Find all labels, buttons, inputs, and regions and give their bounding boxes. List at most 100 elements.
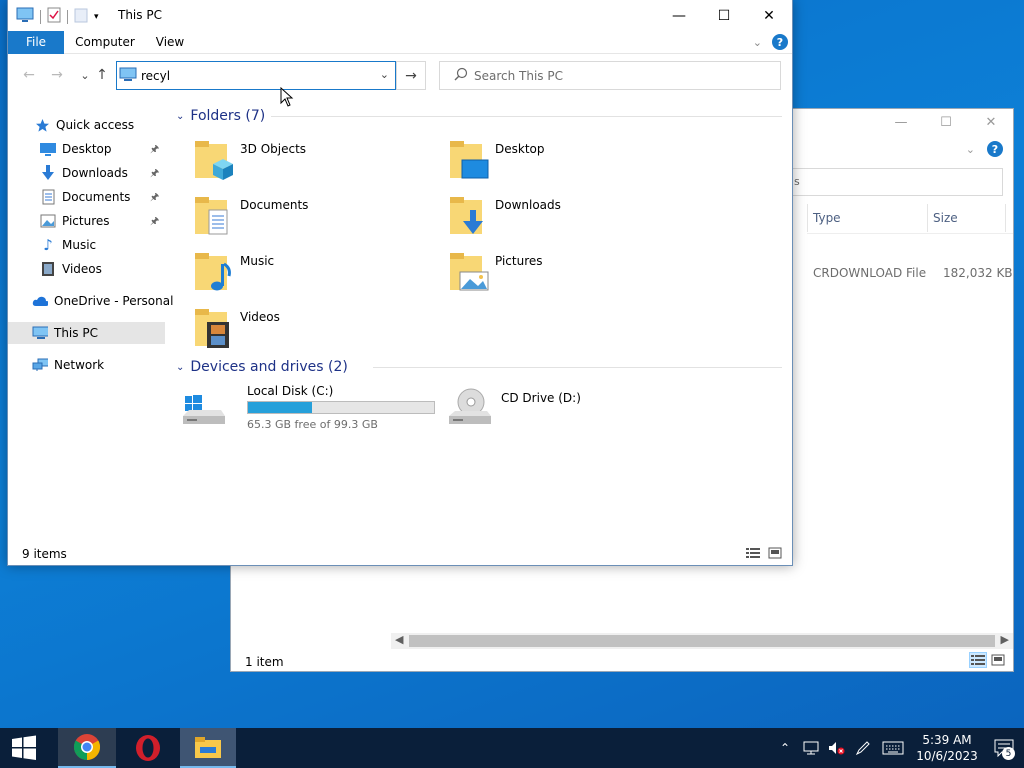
- bg-search-text: s: [794, 175, 800, 188]
- pin-icon[interactable]: 🖈: [150, 142, 159, 159]
- network-status-icon[interactable]: [798, 728, 824, 768]
- sidebar-item-this-pc[interactable]: This PC: [8, 322, 165, 344]
- maximize-button[interactable]: ☐: [701, 0, 747, 31]
- sidebar-item-quick-access[interactable]: Quick access: [8, 114, 165, 136]
- quick-access-toolbar: ▾: [16, 7, 99, 26]
- folder-downloads[interactable]: Downloads: [428, 194, 668, 244]
- drive-local-disk-c[interactable]: Local Disk (C:) 65.3 GB free of 99.3 GB: [181, 384, 441, 434]
- forward-arrow-icon[interactable]: →: [46, 65, 68, 85]
- search-box[interactable]: [439, 61, 781, 90]
- disk-usage-bar: [247, 401, 435, 414]
- details-view-icon[interactable]: [744, 545, 762, 561]
- folders-group-header[interactable]: ⌄ Folders (7): [173, 105, 265, 127]
- search-icon: [454, 67, 468, 84]
- bg-column-type[interactable]: Type: [813, 204, 841, 232]
- scroll-left-icon[interactable]: ◀: [395, 633, 403, 646]
- bg-column-size[interactable]: Size: [933, 204, 958, 232]
- drive-cd-d[interactable]: CD Drive (D:): [435, 384, 635, 434]
- folder-documents[interactable]: Documents: [173, 194, 413, 244]
- sidebar-item-label: This PC: [54, 326, 98, 340]
- folder-name: Pictures: [495, 254, 543, 268]
- folder-music[interactable]: Music: [173, 250, 413, 300]
- scroll-right-icon[interactable]: ▶: [1001, 633, 1009, 646]
- expand-ribbon-chevron-icon[interactable]: ⌄: [753, 36, 762, 49]
- sidebar-item-desktop[interactable]: Desktop 🖈: [8, 138, 165, 160]
- address-input[interactable]: [141, 65, 361, 86]
- bg-chevron-down-icon[interactable]: ⌄: [966, 143, 975, 156]
- sidebar-item-onedrive[interactable]: OneDrive - Personal: [8, 290, 173, 312]
- help-icon[interactable]: ?: [772, 34, 788, 50]
- volume-muted-icon[interactable]: [824, 728, 850, 768]
- sidebar-item-downloads[interactable]: Downloads 🖈: [8, 162, 165, 184]
- computer-icon[interactable]: [16, 7, 34, 26]
- status-item-count: 9 items: [22, 547, 67, 561]
- go-arrow-button[interactable]: →: [396, 61, 426, 90]
- back-arrow-icon[interactable]: ←: [18, 65, 40, 85]
- sidebar-item-label: Quick access: [56, 118, 135, 132]
- bg-search-input[interactable]: s: [791, 168, 1003, 196]
- folder-desktop[interactable]: Desktop: [428, 138, 668, 188]
- titlebar[interactable]: ▾ This PC — ☐ ✕: [8, 0, 792, 31]
- new-folder-icon[interactable]: [74, 7, 88, 26]
- folder-pictures[interactable]: Pictures: [428, 250, 668, 300]
- folder-3d-objects[interactable]: 3D Objects: [173, 138, 413, 188]
- pen-ink-icon[interactable]: [850, 728, 876, 768]
- address-bar[interactable]: ⌄: [116, 61, 396, 90]
- bg-row-size: 182,032 KB: [943, 266, 1013, 280]
- tab-view[interactable]: View: [148, 31, 192, 54]
- windows-drive-icon: [183, 395, 225, 424]
- address-dropdown-chevron-icon[interactable]: ⌄: [380, 68, 389, 81]
- pin-icon[interactable]: 🖈: [150, 214, 159, 231]
- tab-file[interactable]: File: [8, 31, 64, 54]
- large-icons-view-icon[interactable]: [766, 545, 784, 561]
- cube-folder-icon: [195, 141, 233, 180]
- bg-details-view-icon[interactable]: [969, 652, 987, 668]
- folder-videos[interactable]: Videos: [173, 306, 413, 356]
- bg-close-button[interactable]: ✕: [981, 115, 1001, 133]
- film-icon: [40, 261, 56, 277]
- sidebar-item-pictures[interactable]: Pictures 🖈: [8, 210, 165, 232]
- bg-large-icons-view-icon[interactable]: [989, 652, 1007, 668]
- clock[interactable]: 5:39 AM 10/6/2023: [910, 732, 984, 764]
- action-center-button[interactable]: 5: [984, 728, 1024, 768]
- pictures-folder-icon: [450, 253, 489, 291]
- bg-scroll-thumb[interactable]: [409, 635, 995, 647]
- tab-computer[interactable]: Computer: [70, 31, 140, 54]
- bg-maximize-button[interactable]: ☐: [936, 115, 956, 133]
- properties-icon[interactable]: [47, 7, 61, 26]
- this-pc-explorer-window[interactable]: ▾ This PC — ☐ ✕ File Computer View ⌄ ? ←…: [7, 0, 793, 566]
- bg-help-icon[interactable]: ?: [987, 141, 1003, 157]
- customize-toolbar-icon[interactable]: ▾: [94, 12, 99, 22]
- sidebar-item-videos[interactable]: Videos: [8, 258, 165, 280]
- taskbar-chrome[interactable]: [58, 728, 116, 768]
- start-button[interactable]: [0, 728, 48, 768]
- bg-minimize-button[interactable]: —: [891, 115, 911, 133]
- music-folder-icon: [195, 253, 231, 291]
- close-button[interactable]: ✕: [746, 0, 792, 31]
- sidebar-item-label: Videos: [62, 262, 102, 276]
- sidebar-item-network[interactable]: Network: [8, 354, 165, 376]
- taskbar-opera[interactable]: [120, 728, 176, 768]
- touch-keyboard-icon[interactable]: [876, 728, 910, 768]
- bg-status-text: 1 item: [245, 655, 284, 669]
- sidebar-item-music[interactable]: ♪ Music: [8, 234, 165, 256]
- minimize-button[interactable]: —: [656, 0, 702, 31]
- show-hidden-icons-chevron-icon[interactable]: ⌃: [772, 728, 798, 768]
- drives-group-title: Devices and drives (2): [190, 359, 348, 375]
- drive-name: Local Disk (C:): [247, 384, 334, 398]
- up-arrow-icon[interactable]: ↑: [91, 65, 113, 85]
- clock-date: 10/6/2023: [916, 749, 978, 763]
- document-icon: [40, 189, 56, 205]
- taskbar-file-explorer[interactable]: [180, 728, 236, 768]
- pin-icon[interactable]: 🖈: [150, 190, 159, 207]
- opera-icon: [136, 735, 160, 761]
- collapse-chevron-icon[interactable]: ⌄: [176, 362, 184, 373]
- sidebar-item-label: Network: [54, 358, 105, 372]
- bg-horizontal-scrollbar[interactable]: ◀ ▶: [391, 633, 1013, 649]
- search-input[interactable]: [474, 68, 774, 83]
- computer-icon: [32, 325, 48, 341]
- drives-group-header[interactable]: ⌄ Devices and drives (2): [173, 356, 348, 378]
- pin-icon[interactable]: 🖈: [150, 166, 159, 183]
- collapse-chevron-icon[interactable]: ⌄: [176, 111, 184, 122]
- sidebar-item-documents[interactable]: Documents 🖈: [8, 186, 165, 208]
